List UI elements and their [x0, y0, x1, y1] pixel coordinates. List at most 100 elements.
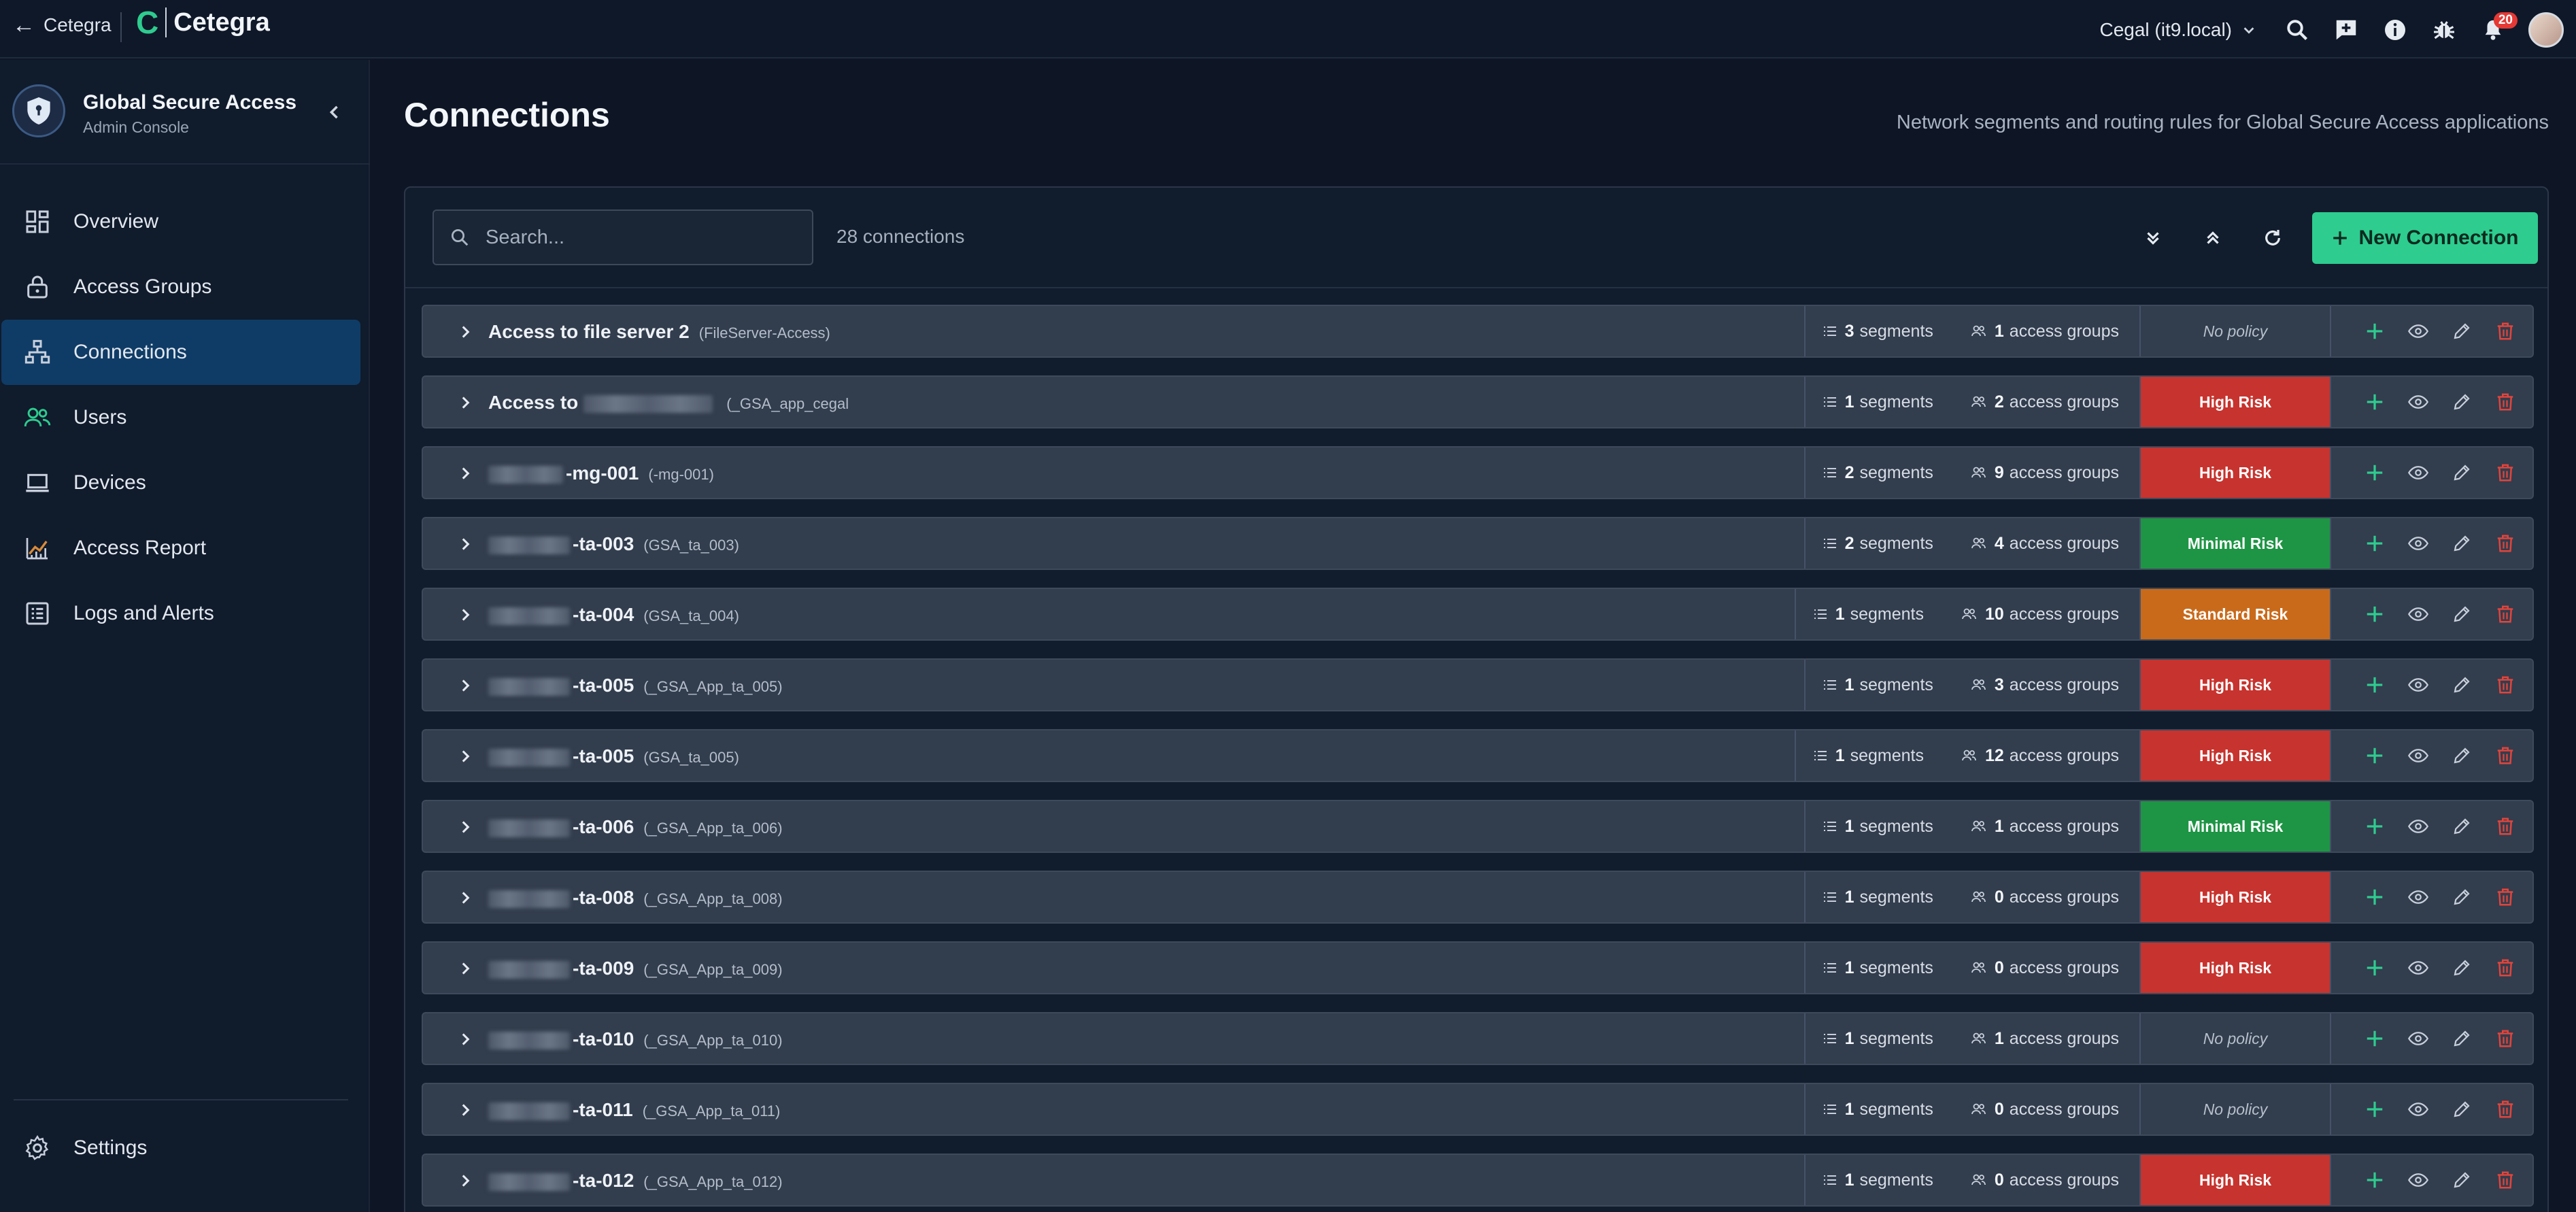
edit-button[interactable]: [2450, 743, 2474, 768]
sidebar-item-logs-and-alerts[interactable]: Logs and Alerts: [1, 581, 360, 646]
expand-row-button[interactable]: [453, 1168, 477, 1193]
connection-title[interactable]: -ta-003 (GSA_ta_003): [488, 533, 739, 555]
edit-button[interactable]: [2450, 673, 2474, 697]
view-button[interactable]: [2406, 814, 2430, 839]
edit-button[interactable]: [2450, 814, 2474, 839]
view-button[interactable]: [2406, 602, 2430, 626]
delete-button[interactable]: [2493, 1097, 2518, 1122]
view-button[interactable]: [2406, 460, 2430, 485]
search-icon[interactable]: [2284, 16, 2311, 44]
view-button[interactable]: [2406, 1026, 2430, 1051]
connection-title[interactable]: -ta-008 (_GSA_App_ta_008): [488, 887, 783, 909]
delete-button[interactable]: [2493, 319, 2518, 343]
edit-button[interactable]: [2450, 1097, 2474, 1122]
expand-row-button[interactable]: [453, 744, 477, 769]
view-button[interactable]: [2406, 743, 2430, 768]
app-logo[interactable]: C Cetegra: [136, 7, 270, 38]
edit-button[interactable]: [2450, 1026, 2474, 1051]
delete-button[interactable]: [2493, 460, 2518, 485]
expand-row-button[interactable]: [453, 1027, 477, 1051]
sidebar-item-access-groups[interactable]: Access Groups: [1, 254, 360, 320]
connection-title[interactable]: -ta-005 (GSA_ta_005): [488, 745, 739, 767]
view-button[interactable]: [2406, 531, 2430, 556]
search-input[interactable]: [486, 226, 798, 249]
feedback-icon[interactable]: [2333, 16, 2360, 44]
add-button[interactable]: [2362, 885, 2387, 909]
delete-button[interactable]: [2493, 814, 2518, 839]
delete-button[interactable]: [2493, 1026, 2518, 1051]
connection-row[interactable]: -ta-010 (_GSA_App_ta_010) 1 segments 1 ac…: [422, 1012, 2534, 1065]
edit-button[interactable]: [2450, 602, 2474, 626]
sidebar-item-access-report[interactable]: Access Report: [1, 516, 360, 581]
connection-title[interactable]: Access to (_GSA_app_cegal: [488, 392, 849, 414]
expand-row-button[interactable]: [453, 1098, 477, 1122]
user-avatar[interactable]: [2528, 12, 2564, 48]
bell-icon[interactable]: 20: [2479, 12, 2518, 44]
add-button[interactable]: [2362, 602, 2387, 626]
connection-row[interactable]: -ta-012 (_GSA_App_ta_012) 1 segments 0 ac…: [422, 1154, 2534, 1207]
search-box[interactable]: [433, 209, 813, 265]
expand-row-button[interactable]: [453, 603, 477, 627]
expand-row-button[interactable]: [453, 390, 477, 415]
view-button[interactable]: [2406, 1097, 2430, 1122]
connection-title[interactable]: -ta-010 (_GSA_App_ta_010): [488, 1028, 783, 1050]
connection-row[interactable]: -ta-004 (GSA_ta_004) 1 segments 10 access…: [422, 588, 2534, 641]
info-icon[interactable]: [2382, 16, 2409, 44]
connection-title[interactable]: -ta-006 (_GSA_App_ta_006): [488, 816, 783, 838]
connection-title[interactable]: Access to file server 2 (FileServer-Acces…: [488, 321, 830, 343]
add-button[interactable]: [2362, 1168, 2387, 1192]
edit-button[interactable]: [2450, 319, 2474, 343]
connection-row[interactable]: -ta-011 (_GSA_App_ta_011) 1 segments 0 ac…: [422, 1083, 2534, 1136]
view-button[interactable]: [2406, 1168, 2430, 1192]
add-button[interactable]: [2362, 1026, 2387, 1051]
connection-title[interactable]: -mg-001 (-mg-001): [488, 462, 714, 484]
delete-button[interactable]: [2493, 956, 2518, 980]
add-button[interactable]: [2362, 673, 2387, 697]
add-button[interactable]: [2362, 956, 2387, 980]
expand-row-button[interactable]: [453, 886, 477, 910]
add-button[interactable]: [2362, 390, 2387, 414]
delete-button[interactable]: [2493, 531, 2518, 556]
view-button[interactable]: [2406, 885, 2430, 909]
delete-button[interactable]: [2493, 1168, 2518, 1192]
collapse-all-button[interactable]: [2198, 223, 2228, 253]
sidebar-item-users[interactable]: Users: [1, 385, 360, 450]
connection-row[interactable]: -ta-005 (_GSA_App_ta_005) 1 segments 3 ac…: [422, 658, 2534, 711]
delete-button[interactable]: [2493, 602, 2518, 626]
expand-row-button[interactable]: [453, 461, 477, 486]
sidebar-item-connections[interactable]: Connections: [1, 320, 360, 385]
connection-row[interactable]: -ta-005 (GSA_ta_005) 1 segments 12 access…: [422, 729, 2534, 782]
connection-title[interactable]: -ta-011 (_GSA_App_ta_011): [488, 1099, 780, 1121]
edit-button[interactable]: [2450, 956, 2474, 980]
sidebar-item-settings[interactable]: Settings: [1, 1121, 362, 1175]
expand-all-button[interactable]: [2138, 223, 2168, 253]
connection-row[interactable]: -ta-003 (GSA_ta_003) 2 segments 4 access …: [422, 517, 2534, 570]
add-button[interactable]: [2362, 743, 2387, 768]
delete-button[interactable]: [2493, 743, 2518, 768]
view-button[interactable]: [2406, 673, 2430, 697]
add-button[interactable]: [2362, 1097, 2387, 1122]
connection-row[interactable]: Access to file server 2 (FileServer-Acces…: [422, 305, 2534, 358]
connection-row[interactable]: Access to (_GSA_app_cegal 1 segments 2 ac…: [422, 375, 2534, 428]
expand-row-button[interactable]: [453, 815, 477, 839]
connection-row[interactable]: -ta-006 (_GSA_App_ta_006) 1 segments 1 ac…: [422, 800, 2534, 853]
add-button[interactable]: [2362, 531, 2387, 556]
tenant-selector[interactable]: Cegal (it9.local): [2099, 19, 2256, 41]
back-link[interactable]: ← Cetegra: [12, 14, 112, 37]
connection-title[interactable]: -ta-004 (GSA_ta_004): [488, 604, 739, 626]
add-button[interactable]: [2362, 319, 2387, 343]
add-button[interactable]: [2362, 814, 2387, 839]
delete-button[interactable]: [2493, 673, 2518, 697]
new-connection-button[interactable]: New Connection: [2312, 212, 2538, 264]
refresh-button[interactable]: [2258, 223, 2288, 253]
edit-button[interactable]: [2450, 390, 2474, 414]
add-button[interactable]: [2362, 460, 2387, 485]
delete-button[interactable]: [2493, 885, 2518, 909]
view-button[interactable]: [2406, 319, 2430, 343]
bug-icon[interactable]: [2430, 16, 2458, 44]
expand-row-button[interactable]: [453, 956, 477, 981]
view-button[interactable]: [2406, 390, 2430, 414]
edit-button[interactable]: [2450, 1168, 2474, 1192]
connection-title[interactable]: -ta-012 (_GSA_App_ta_012): [488, 1170, 783, 1192]
edit-button[interactable]: [2450, 531, 2474, 556]
